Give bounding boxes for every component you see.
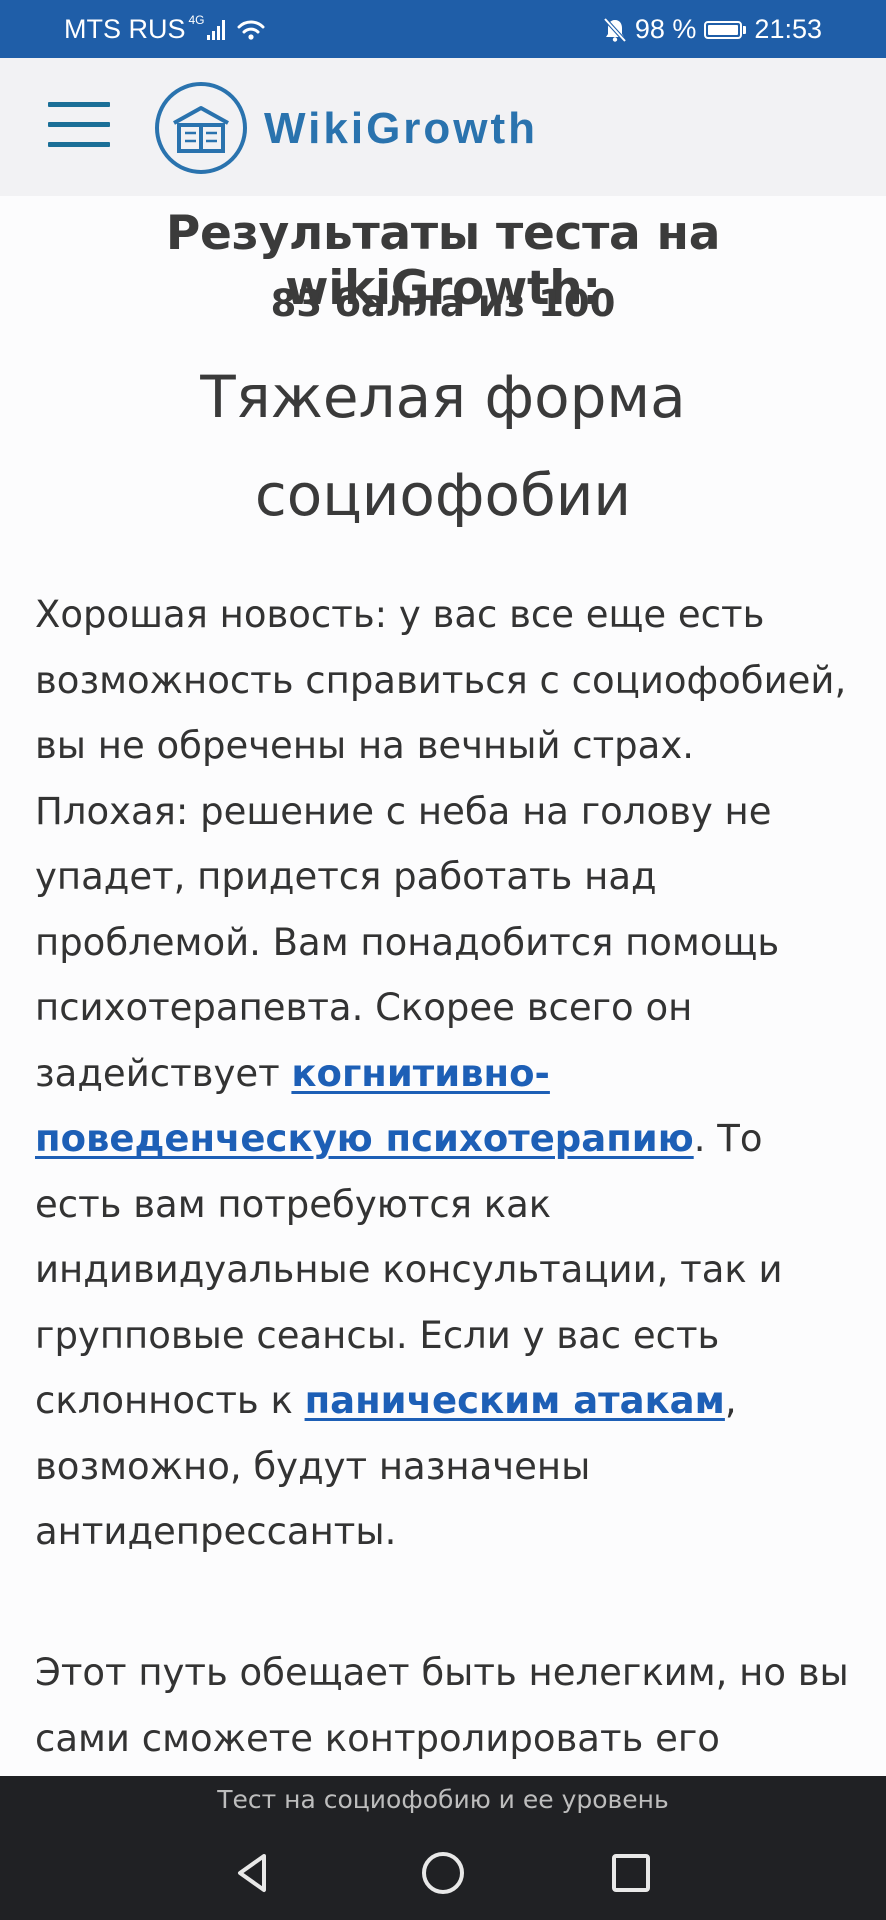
site-header: WikiGrowth — [0, 58, 886, 196]
signal-icon — [206, 19, 225, 40]
clock: 21:53 — [754, 14, 822, 44]
result-title-line-1: Тяжелая форма — [200, 363, 686, 431]
score-line: 83 балла из 100 — [270, 282, 616, 325]
back-triangle-icon[interactable] — [226, 1846, 280, 1900]
recents-square-icon[interactable] — [604, 1846, 658, 1900]
panic-attacks-link[interactable]: паническим атакам — [305, 1379, 725, 1422]
status-right: 98 % 21:53 — [603, 14, 822, 45]
second-paragraph: Этот путь обещает быть нелегким, но вы с… — [35, 1651, 849, 1760]
wifi-icon — [237, 20, 265, 40]
carrier-name: MTS RUS — [64, 14, 186, 44]
paragraph-text-2: . То есть вам потребуются как индивидуал… — [35, 1117, 783, 1422]
result-title-line-2: социофобии — [254, 461, 632, 529]
site-logo-text[interactable]: WikiGrowth — [264, 104, 538, 154]
bell-muted-icon — [603, 17, 627, 42]
book-icon[interactable] — [154, 81, 248, 175]
status-bar: MTS RUS 4G 98 % 21:53 — [0, 0, 886, 58]
home-circle-icon[interactable] — [416, 1846, 470, 1900]
network-type: 4G — [188, 12, 205, 27]
paragraph-text-1: Хорошая новость: у вас все еще есть возм… — [35, 593, 847, 1095]
battery-icon — [704, 20, 747, 39]
status-left: MTS RUS 4G — [64, 12, 265, 45]
result-paragraph: Хорошая новость: у вас все еще есть возм… — [35, 582, 855, 1565]
page-title-caption: Тест на социофобию и ее уровень — [0, 1776, 886, 1826]
result-title: Тяжелая форма социофобии — [0, 348, 886, 544]
hamburger-icon[interactable] — [48, 102, 110, 148]
battery-percent: 98 % — [634, 14, 697, 44]
system-nav-bar — [0, 1826, 886, 1920]
